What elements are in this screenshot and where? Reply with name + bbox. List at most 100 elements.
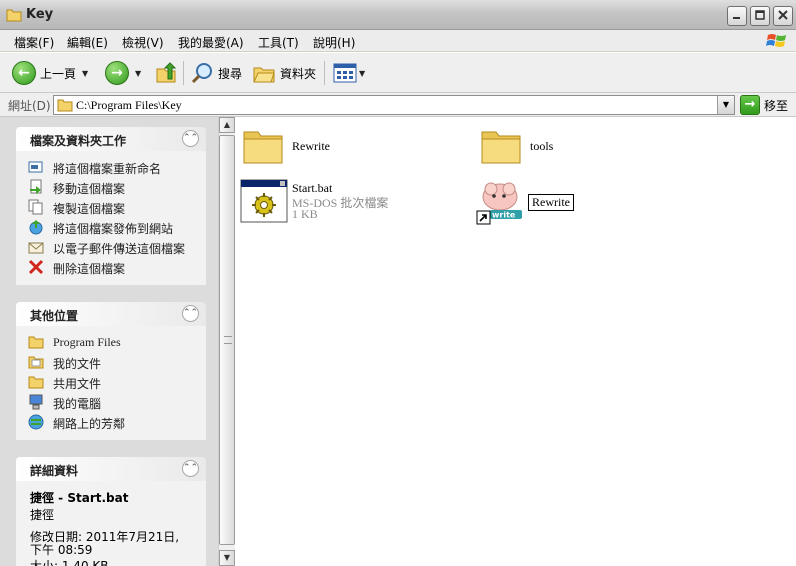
scroll-down-icon[interactable]: ▼ (219, 550, 235, 566)
file-list: Rewrite tools Start.bat MS-DOS 批次檔案 1 KB (236, 117, 796, 566)
address-path: C:\Program Files\Key (76, 98, 182, 112)
move-icon (30, 179, 42, 194)
search-button[interactable]: 搜尋 (190, 60, 242, 86)
folder-icon (243, 131, 283, 164)
place-network[interactable]: 網路上的芳鄰 (16, 412, 206, 432)
place-label: 網路上的芳鄰 (53, 417, 126, 431)
menu-edit[interactable]: 編輯(E) (67, 34, 108, 51)
task-copy[interactable]: 複製這個檔案 (16, 197, 206, 217)
file-item-start-bat[interactable]: Start.bat MS-DOS 批次檔案 1 KB (240, 179, 460, 229)
back-button[interactable]: ← 上一頁 ▼ (12, 60, 88, 86)
menu-tools[interactable]: 工具(T) (258, 34, 299, 51)
collapse-icon[interactable]: ⌃⌃ (182, 130, 199, 147)
forward-dropdown-icon[interactable]: ▼ (135, 69, 141, 78)
folders-label: 資料夾 (280, 66, 317, 81)
folder-icon (6, 8, 22, 25)
up-folder-button[interactable] (154, 60, 178, 86)
scroll-thumb[interactable] (219, 135, 235, 545)
toolbar-separator (324, 61, 325, 85)
title-bar[interactable]: Key (0, 0, 796, 30)
task-move[interactable]: 移動這個檔案 (16, 177, 206, 197)
task-label: 以電子郵件傳送這個檔案 (53, 242, 186, 256)
scroll-up-icon[interactable]: ▲ (219, 117, 235, 133)
details-modified: 修改日期: 2011年7月21日, 下午 08:59 (30, 530, 180, 557)
place-my-computer[interactable]: 我的電腦 (16, 392, 206, 412)
maximize-button[interactable] (750, 6, 770, 26)
back-arrow-icon: ← (12, 61, 36, 85)
publish-icon (29, 220, 43, 235)
back-label: 上一頁 (40, 66, 77, 81)
place-program-files[interactable]: Program Files (16, 332, 206, 352)
task-email[interactable]: 以電子郵件傳送這個檔案 (16, 237, 206, 257)
task-label: 移動這個檔案 (53, 182, 126, 196)
forward-arrow-icon: → (105, 61, 129, 85)
views-button[interactable]: ▼ (333, 60, 365, 86)
task-rename[interactable]: 將這個檔案重新命名 (16, 157, 206, 177)
details-title: 詳細資料 (30, 464, 79, 478)
close-icon (778, 10, 788, 20)
menu-favorites[interactable]: 我的最愛(A) (178, 34, 244, 51)
file-name: Rewrite (292, 139, 330, 153)
batch-file-icon (240, 179, 288, 223)
task-label: 刪除這個檔案 (53, 262, 126, 276)
folder-icon (28, 376, 44, 389)
delete-icon (28, 259, 44, 275)
file-item-rewrite-folder[interactable]: Rewrite (242, 125, 442, 175)
task-label: 將這個檔案重新命名 (53, 162, 162, 176)
windows-logo-icon (766, 32, 788, 53)
network-icon (28, 414, 44, 430)
place-label: 共用文件 (53, 377, 102, 391)
menu-help[interactable]: 說明(H) (313, 34, 355, 51)
rewrite-shortcut-icon: write (476, 182, 522, 225)
forward-button[interactable]: → ▼ (105, 60, 141, 86)
place-shared-documents[interactable]: 共用文件 (16, 372, 206, 392)
menu-bar: 檔案(F) 編輯(E) 檢視(V) 我的最愛(A) 工具(T) 說明(H) (0, 30, 796, 52)
svg-text:write: write (492, 211, 516, 220)
other-places-title: 其他位置 (30, 309, 79, 323)
place-label: Program Files (53, 335, 121, 349)
file-tasks-panel: 檔案及資料夾工作 ⌃⌃ 將這個檔案重新命名 移動這個檔案 複製這個檔案 將這個檔… (16, 127, 206, 285)
documents-icon (28, 356, 44, 369)
close-button[interactable] (773, 6, 793, 26)
menu-file[interactable]: 檔案(F) (14, 34, 54, 51)
views-icon (333, 63, 357, 83)
rename-input[interactable]: Rewrite (528, 194, 574, 211)
task-label: 複製這個檔案 (53, 202, 126, 216)
address-bar: 網址(D) C:\Program Files\Key ▼ → 移至 (0, 93, 796, 117)
maximize-icon (755, 10, 765, 20)
go-button[interactable]: → 移至 (740, 95, 788, 115)
address-dropdown-icon[interactable]: ▼ (717, 96, 734, 114)
address-input[interactable]: C:\Program Files\Key ▼ (53, 95, 735, 115)
place-label: 我的電腦 (53, 397, 102, 411)
details-panel: 詳細資料 ⌃⌃ 捷徑 - Start.bat 捷徑 修改日期: 2011年7月2… (16, 457, 206, 566)
file-name: tools (530, 139, 554, 153)
file-tasks-header[interactable]: 檔案及資料夾工作 ⌃⌃ (16, 127, 206, 151)
rename-icon (28, 161, 43, 173)
collapse-icon[interactable]: ⌃⌃ (182, 305, 199, 322)
minimize-icon (733, 17, 740, 19)
place-my-documents[interactable]: 我的文件 (16, 352, 206, 372)
address-label: 網址(D) (8, 99, 51, 113)
toolbar: ← 上一頁 ▼ → ▼ 搜尋 資料夾 ▼ (0, 53, 796, 93)
folders-button[interactable]: 資料夾 (252, 60, 316, 86)
file-item-rewrite-shortcut[interactable]: write Rewrite (476, 179, 696, 229)
task-delete[interactable]: 刪除這個檔案 (16, 257, 206, 277)
go-arrow-icon: → (740, 95, 760, 115)
up-folder-icon (156, 62, 177, 83)
views-dropdown-icon[interactable]: ▼ (359, 69, 365, 78)
file-item-tools-folder[interactable]: tools (480, 125, 680, 175)
search-icon (191, 63, 212, 84)
collapse-icon[interactable]: ⌃⌃ (182, 460, 199, 477)
task-publish[interactable]: 將這個檔案發佈到網站 (16, 217, 206, 237)
toolbar-separator (183, 61, 184, 85)
details-type: 捷徑 (30, 508, 55, 522)
task-label: 將這個檔案發佈到網站 (53, 222, 174, 236)
folder-icon (28, 336, 44, 349)
minimize-button[interactable] (727, 6, 747, 26)
details-header[interactable]: 詳細資料 ⌃⌃ (16, 457, 206, 481)
left-pane-scrollbar[interactable]: ▲ ▼ (218, 117, 235, 566)
menu-view[interactable]: 檢視(V) (122, 34, 164, 51)
file-size: 1 KB (292, 207, 318, 221)
other-places-header[interactable]: 其他位置 ⌃⌃ (16, 302, 206, 326)
back-dropdown-icon[interactable]: ▼ (82, 69, 88, 78)
